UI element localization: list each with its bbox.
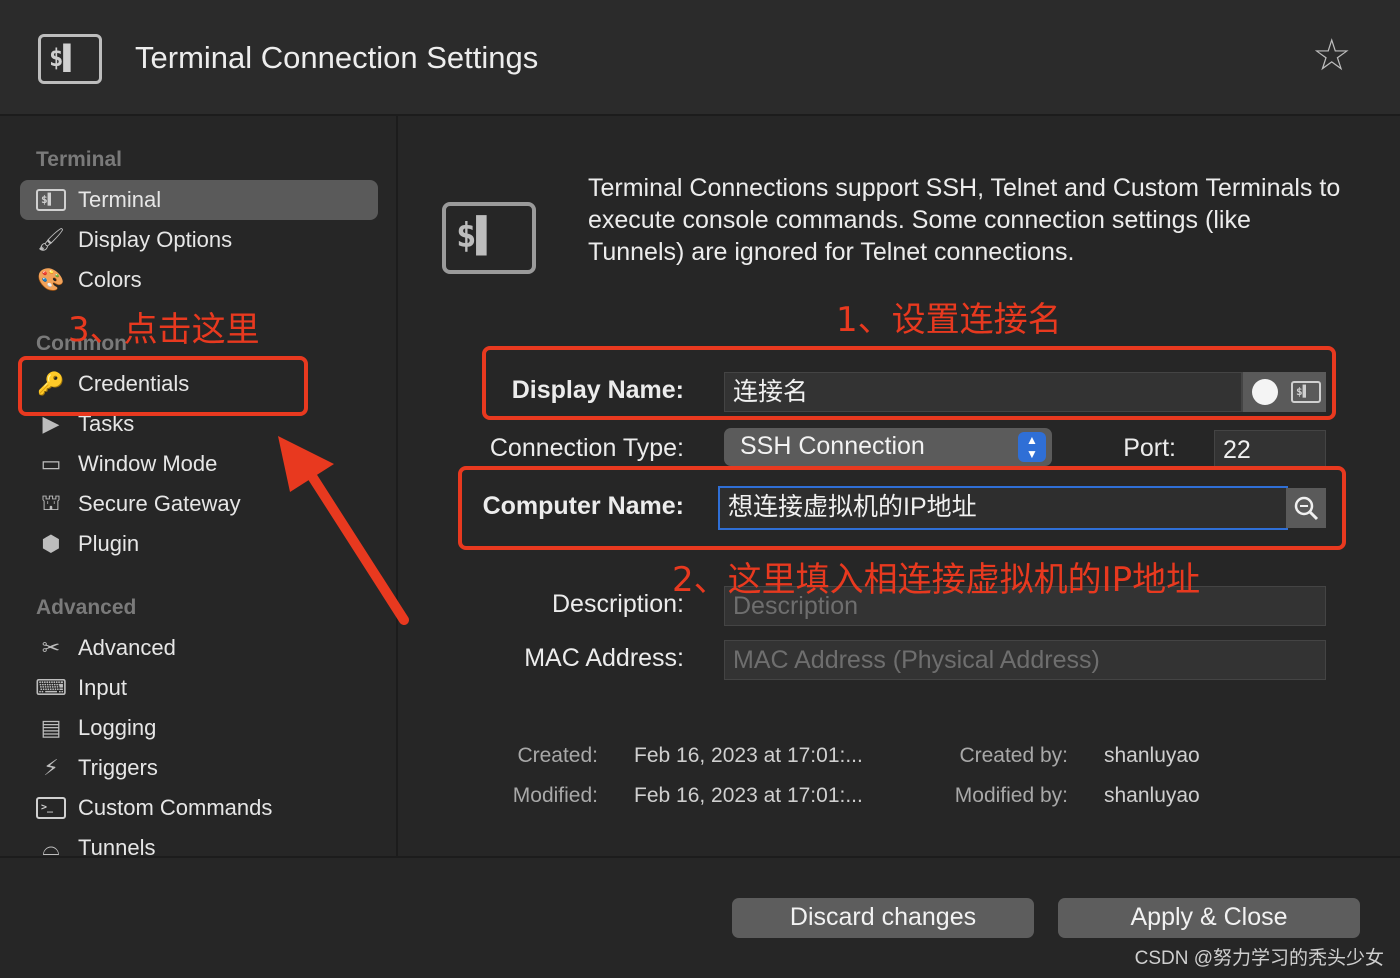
footer: Discard changes Apply & Close CSDN @努力学习… — [0, 856, 1400, 978]
discard-changes-button[interactable]: Discard changes — [732, 898, 1034, 938]
apply-close-button[interactable]: Apply & Close — [1058, 898, 1360, 938]
watermark: CSDN @努力学习的秃头少女 — [1134, 948, 1384, 969]
annotation-arrow-icon — [278, 436, 409, 625]
